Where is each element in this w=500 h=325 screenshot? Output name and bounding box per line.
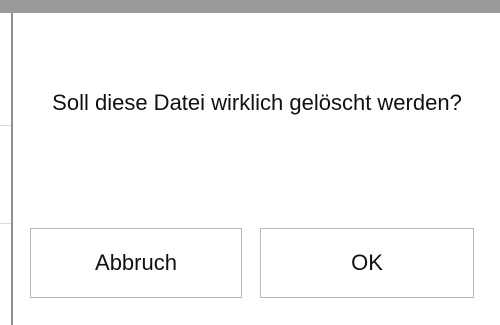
cancel-button[interactable]: Abbruch (30, 228, 242, 298)
left-edge (0, 13, 11, 325)
dialog-message: Soll diese Datei wirklich gelöscht werde… (52, 90, 462, 115)
left-tick (0, 223, 11, 224)
ok-button[interactable]: OK (260, 228, 474, 298)
screen: Soll diese Datei wirklich gelöscht werde… (0, 0, 500, 325)
top-bar (0, 0, 500, 13)
left-tick (0, 125, 11, 126)
confirm-delete-dialog: Soll diese Datei wirklich gelöscht werde… (13, 13, 500, 325)
